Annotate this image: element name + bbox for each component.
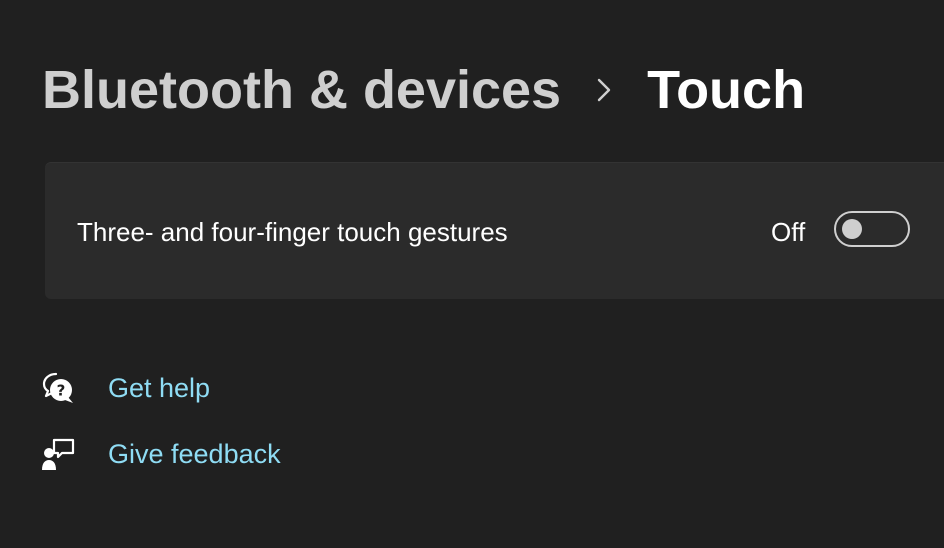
- svg-text:?: ?: [57, 382, 66, 400]
- help-chat-icon: ?: [40, 368, 108, 408]
- toggle-knob: [842, 219, 862, 239]
- get-help-link[interactable]: ? Get help: [40, 368, 210, 408]
- touch-gestures-setting-card: Three- and four-finger touch gestures Of…: [45, 162, 944, 299]
- breadcrumb: Bluetooth & devices Touch: [42, 52, 805, 128]
- touch-gestures-toggle[interactable]: [834, 211, 910, 247]
- get-help-label[interactable]: Get help: [108, 373, 210, 404]
- settings-page: Bluetooth & devices Touch Three- and fou…: [0, 0, 944, 548]
- page-title: Touch: [647, 60, 806, 120]
- touch-gestures-label: Three- and four-finger touch gestures: [77, 217, 508, 247]
- give-feedback-label[interactable]: Give feedback: [108, 439, 281, 470]
- toggle-state-text: Off: [771, 217, 806, 247]
- breadcrumb-parent[interactable]: Bluetooth & devices: [42, 59, 561, 121]
- chevron-right-icon: [561, 77, 647, 103]
- feedback-icon: [40, 434, 108, 474]
- give-feedback-link[interactable]: Give feedback: [40, 434, 281, 474]
